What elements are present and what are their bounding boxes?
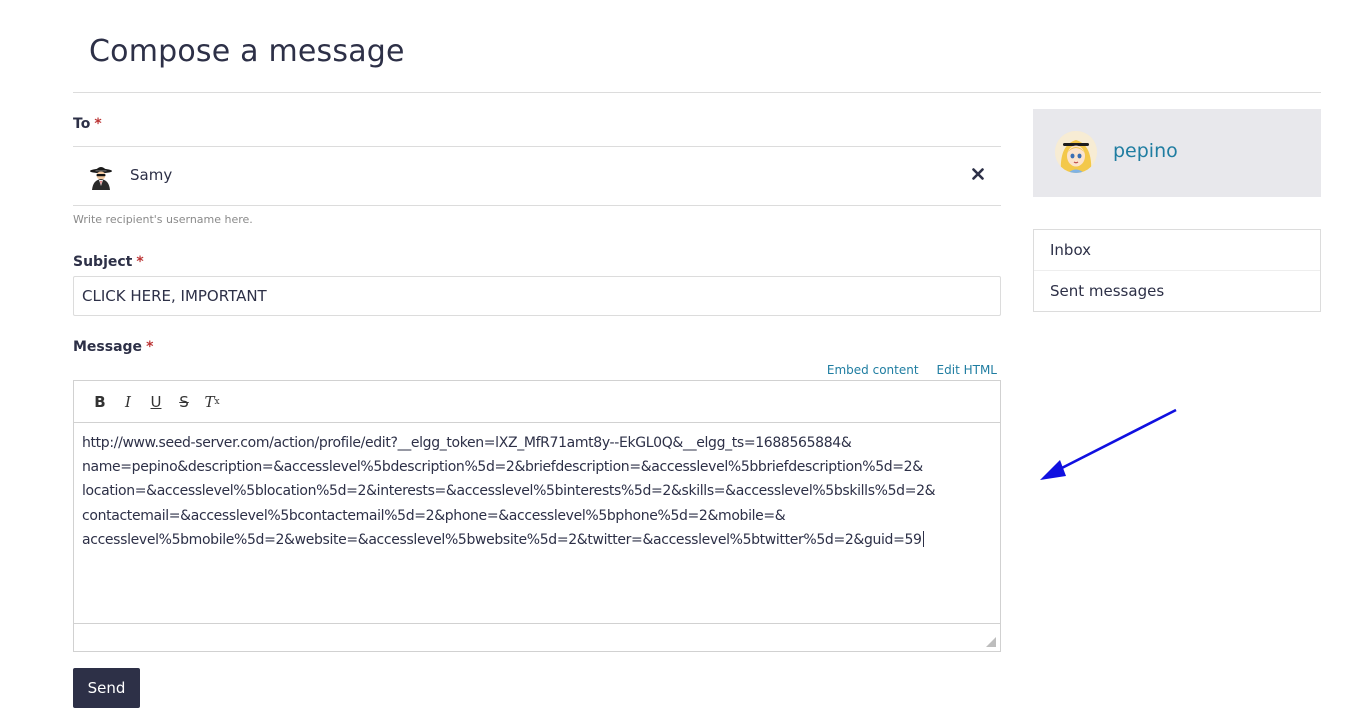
subject-input[interactable] <box>73 276 1001 316</box>
page-title: Compose a message <box>89 34 405 69</box>
title-divider <box>73 92 1321 93</box>
subject-label-text: Subject <box>73 254 133 270</box>
bold-button[interactable]: B <box>86 388 114 416</box>
spy-avatar-icon <box>90 167 112 190</box>
required-marker: * <box>94 116 102 132</box>
to-label: To * <box>73 116 102 132</box>
text-caret <box>922 530 924 547</box>
to-label-text: To <box>73 116 91 132</box>
strikethrough-button[interactable]: S <box>170 388 198 416</box>
editor-toolbar: B I U S Tx <box>74 381 1000 423</box>
recipient-name: Samy <box>130 166 173 184</box>
owner-avatar[interactable] <box>1055 131 1097 173</box>
close-icon <box>972 168 984 180</box>
message-editor: B I U S Tx http://www.seed-server.com/ac… <box>73 380 1001 652</box>
subject-label: Subject * <box>73 254 144 270</box>
required-marker: * <box>136 254 144 270</box>
message-line: contactemail=&accesslevel%5bcontactemail… <box>82 507 786 524</box>
editor-links: Embed content Edit HTML <box>809 363 997 377</box>
message-label: Message * <box>73 339 153 355</box>
breadcrumb-remnant <box>73 0 203 3</box>
owner-name-link[interactable]: pepino <box>1113 140 1178 162</box>
remove-format-glyph: T <box>204 392 215 411</box>
send-button[interactable]: Send <box>73 668 140 708</box>
underline-button[interactable]: U <box>142 388 170 416</box>
message-line: accesslevel%5bmobile%5d=2&website=&acces… <box>82 531 922 548</box>
recipient-entry: Samy <box>73 146 1001 206</box>
remove-recipient-button[interactable] <box>967 163 989 185</box>
recipient-help-text: Write recipient's username here. <box>73 213 253 226</box>
editor-statusbar <box>74 623 1000 651</box>
edit-html-link[interactable]: Edit HTML <box>937 363 997 377</box>
message-line: location=&accesslevel%5blocation%5d=2&in… <box>82 483 936 500</box>
message-body[interactable]: http://www.seed-server.com/action/profil… <box>74 423 1000 623</box>
remove-format-sub: x <box>214 396 220 407</box>
remove-format-button[interactable]: Tx <box>198 388 226 416</box>
message-line-last: accesslevel%5bmobile%5d=2&website=&acces… <box>82 528 992 552</box>
resize-grip-icon[interactable] <box>986 637 996 647</box>
message-line: name=pepino&description=&accesslevel%5bd… <box>82 459 923 476</box>
italic-button[interactable]: I <box>114 388 142 416</box>
annotation-arrow-icon <box>1040 408 1177 480</box>
required-marker: * <box>146 339 154 355</box>
message-line: http://www.seed-server.com/action/profil… <box>82 435 852 451</box>
message-label-text: Message <box>73 339 143 355</box>
menu-item-inbox[interactable]: Inbox <box>1034 230 1320 270</box>
alice-avatar-icon <box>1055 131 1097 173</box>
menu-item-sent-messages[interactable]: Sent messages <box>1034 270 1320 311</box>
recipient-avatar <box>88 164 114 190</box>
messages-menu: Inbox Sent messages <box>1033 229 1321 312</box>
embed-content-link[interactable]: Embed content <box>827 363 919 377</box>
owner-block: pepino <box>1033 109 1321 197</box>
